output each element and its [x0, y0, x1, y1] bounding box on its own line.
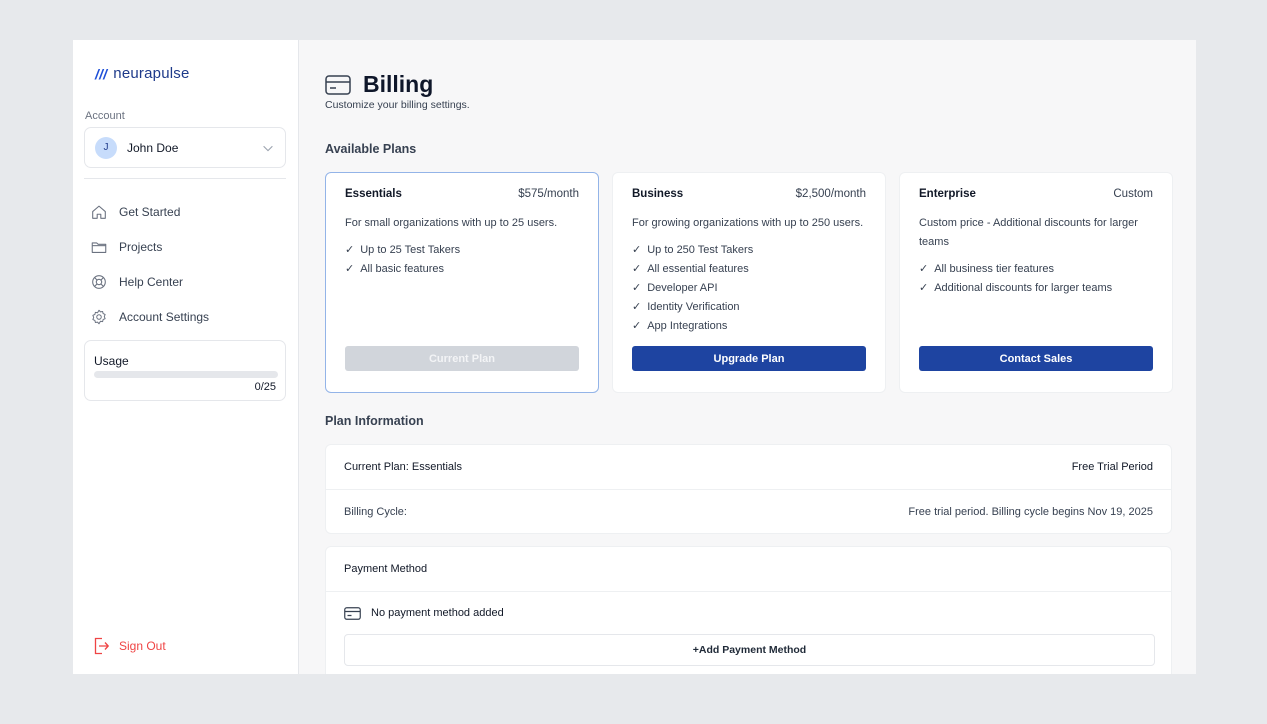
sidebar-item-label: Projects	[119, 239, 163, 254]
plan-feature-list: ✓ All business tier features ✓ Additional …	[919, 260, 1153, 298]
billing-cycle-label: Billing Cycle:	[344, 505, 407, 518]
home-icon	[92, 205, 106, 219]
credit-card-icon	[344, 606, 361, 620]
check-icon: ✓	[632, 282, 642, 294]
sidebar-item-label: Help Center	[119, 274, 184, 289]
payment-method-title: Payment Method	[344, 563, 428, 575]
plan-card-essentials: Essentials $575/month For small organiza…	[325, 172, 599, 393]
plan-card-business: Business $2,500/month For growing organi…	[612, 172, 886, 393]
plan-info-card: Current Plan: Essentials Free Trial Peri…	[325, 444, 1172, 534]
sign-out-icon	[94, 637, 109, 655]
usage-card: Usage 0/25	[84, 340, 286, 401]
gear-icon	[92, 309, 106, 324]
section-title-plan-information: Plan Information	[325, 414, 424, 428]
usage-title: Usage	[94, 354, 129, 368]
plan-feature: ✓ Additional discounts for larger teams	[919, 279, 1153, 298]
lifebuoy-icon	[92, 274, 106, 289]
check-icon: ✓	[919, 282, 929, 294]
plan-feature: ✓ All basic features	[345, 260, 579, 279]
billing-cycle-value: Free trial period. Billing cycle begins …	[908, 505, 1153, 518]
plan-status: Free Trial Period	[1071, 461, 1153, 473]
sidebar-item-projects[interactable]: Projects	[90, 229, 286, 264]
sidebar: /// neurapulse Account J John Doe Get St…	[73, 40, 299, 674]
section-title-available-plans: Available Plans	[325, 142, 417, 156]
brand-name: neurapulse	[113, 65, 190, 82]
payment-method-header: Payment Method	[326, 547, 1171, 591]
account-name: John Doe	[127, 140, 179, 155]
check-icon: ✓	[345, 244, 355, 256]
plan-feature: ✓ Up to 250 Test Takers	[632, 241, 866, 260]
usage-count: 0/25	[254, 381, 276, 393]
plan-price: $575/month	[518, 188, 579, 200]
avatar: J	[95, 136, 117, 159]
plan-feature: ✓ All essential features	[632, 260, 866, 279]
logo-mark-icon: ///	[95, 65, 108, 82]
main-content: Billing Customize your billing settings.…	[299, 40, 1196, 674]
sign-out-label: Sign Out	[119, 639, 166, 653]
folder-icon	[91, 241, 107, 253]
payment-method-empty: No payment method added	[326, 592, 1171, 634]
payment-method-card: Payment Method No payment method added +…	[325, 546, 1172, 674]
page-subtitle: Customize your billing settings.	[325, 99, 470, 111]
check-icon: ✓	[632, 244, 642, 256]
add-payment-method-button[interactable]: +Add Payment Method	[344, 634, 1155, 666]
upgrade-plan-button[interactable]: Upgrade Plan	[632, 346, 866, 371]
plan-feature: ✓ All business tier features	[919, 260, 1153, 279]
credit-card-icon	[325, 74, 351, 95]
check-icon: ✓	[345, 263, 355, 275]
sidebar-item-label: Account Settings	[119, 309, 210, 324]
current-plan-text: Current Plan: Essentials	[344, 461, 462, 473]
plan-feature: ✓ App Integrations	[632, 317, 866, 336]
sidebar-divider	[84, 178, 286, 179]
page-title: Billing	[363, 71, 434, 97]
check-icon: ✓	[919, 263, 929, 275]
usage-progress-bar	[94, 371, 278, 378]
plan-price: Custom	[1113, 188, 1153, 200]
plan-card-enterprise: Enterprise Custom Custom price - Additio…	[899, 172, 1173, 393]
page-header: Billing Customize your billing settings.	[325, 71, 470, 111]
plan-feature-list: ✓ Up to 250 Test Takers ✓ All essential fe…	[632, 241, 866, 336]
plan-name: Business	[632, 188, 684, 200]
billing-cycle-row: Billing Cycle: Free trial period. Billin…	[326, 489, 1171, 533]
plan-name: Essentials	[345, 188, 402, 200]
plan-price: $2,500/month	[795, 188, 866, 200]
account-label: Account	[85, 110, 125, 122]
check-icon: ✓	[632, 301, 642, 313]
sign-out-button[interactable]: Sign Out	[93, 637, 166, 655]
sidebar-item-label: Get Started	[119, 204, 181, 219]
check-icon: ✓	[632, 320, 642, 332]
account-selector[interactable]: J John Doe	[84, 127, 286, 168]
sidebar-item-get-started[interactable]: Get Started	[90, 194, 286, 229]
plan-feature: ✓ Up to 25 Test Takers	[345, 241, 579, 260]
plan-name: Enterprise	[919, 188, 976, 200]
sidebar-nav: Get Started Projects Help Center Account…	[90, 194, 286, 334]
brand-logo[interactable]: /// neurapulse	[95, 65, 190, 82]
check-icon: ✓	[632, 263, 642, 275]
plan-cards: Essentials $575/month For small organiza…	[325, 172, 1173, 393]
plan-description: Custom price - Additional discounts for …	[919, 217, 1138, 248]
app-window: /// neurapulse Account J John Doe Get St…	[73, 40, 1196, 674]
plan-description: For growing organizations with up to 250…	[632, 217, 864, 229]
current-plan-button: Current Plan	[345, 346, 579, 371]
contact-sales-button[interactable]: Contact Sales	[919, 346, 1153, 371]
plan-feature: ✓ Developer API	[632, 279, 866, 298]
plan-description: For small organizations with up to 25 us…	[345, 217, 558, 229]
chevron-down-icon	[263, 145, 273, 151]
sidebar-item-account-settings[interactable]: Account Settings	[90, 299, 286, 334]
plan-feature: ✓ Identity Verification	[632, 298, 866, 317]
current-plan-row: Current Plan: Essentials Free Trial Peri…	[326, 445, 1171, 489]
payment-method-empty-text: No payment method added	[371, 607, 504, 619]
plan-feature-list: ✓ Up to 25 Test Takers ✓ All basic feature…	[345, 241, 579, 279]
sidebar-item-help-center[interactable]: Help Center	[90, 264, 286, 299]
